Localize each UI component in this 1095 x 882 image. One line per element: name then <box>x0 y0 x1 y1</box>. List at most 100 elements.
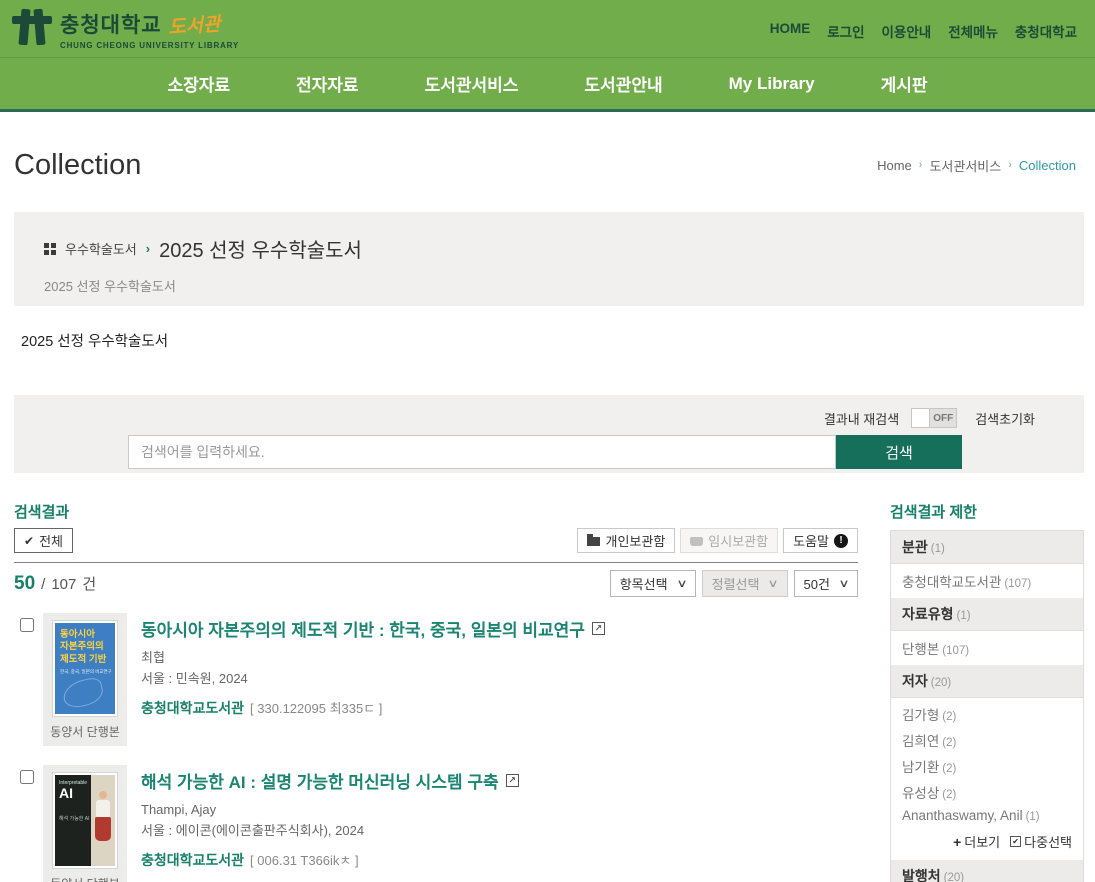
holding-library-link[interactable]: 충청대학교도서관 <box>141 698 244 718</box>
book-title-link[interactable]: 해석 가능한 AI : 설명 가능한 머신러닝 시스템 구축 <box>141 768 499 793</box>
check-icon: ✔ <box>24 534 34 548</box>
chevron-down-icon: ∨ <box>838 577 849 590</box>
logo-english-name: CHUNG CHEONG UNIVERSITY LIBRARY <box>60 41 239 50</box>
facet-group-publisher: 발행처(20) <box>891 860 1083 882</box>
search-button[interactable]: 검색 <box>836 435 962 469</box>
result-count: 50 / 107 건 <box>14 573 96 595</box>
nav-holdings[interactable]: 소장자료 <box>167 71 230 96</box>
collection-subtitle: 2025 선정 우수학술도서 <box>44 276 1054 295</box>
facet-more-link[interactable]: + 더보기 <box>953 832 1000 851</box>
main-content: Collection Home › 도서관서비스 › Collection 우수… <box>0 142 1095 882</box>
external-link-icon[interactable]: ↗ <box>506 774 519 787</box>
book-title-link[interactable]: 동아시아 자본주의의 제도적 기반 : 한국, 중국, 일본의 비교연구 <box>141 616 585 641</box>
book-list-item: 동아시아 자본주의의 제도적 기반 한국, 중국, 일본의 비교연구 동양서 단… <box>14 613 858 746</box>
chevron-down-icon: ∨ <box>676 577 687 590</box>
cover-figure-graphic <box>99 791 107 799</box>
facet-item[interactable]: 김희연(2) <box>891 727 1083 753</box>
facet-multiselect-link[interactable]: ✔ 다중선택 <box>1010 832 1072 851</box>
results-column: 검색결과 ✔ 전체 개인보관함 임시보관함 <box>14 501 858 882</box>
temp-box-button[interactable]: 임시보관함 <box>680 528 778 553</box>
results-divider <box>14 562 858 563</box>
material-type-label: 동양서 단행본 <box>43 723 127 740</box>
facet-item[interactable]: 유성상(2) <box>891 779 1083 805</box>
logo-library-script: 도서관 <box>167 9 221 40</box>
book-list-item: Interpretable AI 해석 가능한 AI 동양서 단행본 해석 가능… <box>14 765 858 882</box>
personal-box-button[interactable]: 개인보관함 <box>577 528 675 553</box>
util-guide-link[interactable]: 이용안내 <box>882 21 932 41</box>
results-heading: 검색결과 <box>14 501 858 522</box>
facet-item[interactable]: Ananthaswamy, Anil(1) <box>891 805 1083 826</box>
util-login-link[interactable]: 로그인 <box>827 21 864 41</box>
book-author: Thampi, Ajay <box>141 799 519 820</box>
facet-group-material-type: 자료유형(1) <box>891 598 1083 631</box>
nav-board[interactable]: 게시판 <box>881 71 928 96</box>
facet-group-branch: 분관(1) <box>891 531 1083 564</box>
collection-section-label: 2025 선정 우수학술도서 <box>21 330 1084 351</box>
holding-library-link[interactable]: 충청대학교도서관 <box>141 850 244 870</box>
top-bar: 충청대학교 도서관 CHUNG CHEONG UNIVERSITY LIBRAR… <box>0 0 1095 57</box>
book-cover-block: 동아시아 자본주의의 제도적 기반 한국, 중국, 일본의 비교연구 동양서 단… <box>43 613 127 746</box>
facet-group-author: 저자(20) <box>891 665 1083 698</box>
page-title: Collection <box>14 149 141 182</box>
book-checkbox[interactable] <box>20 770 34 784</box>
utility-nav: HOME 로그인 이용안내 전체메뉴 충청대학교 <box>770 21 1077 41</box>
help-button[interactable]: 도움말 ! <box>783 528 858 553</box>
nav-eresources[interactable]: 전자자료 <box>296 71 359 96</box>
call-number: [ 006.31 T366ikㅊ ] <box>250 850 359 869</box>
folder-icon <box>587 537 600 546</box>
plus-icon: + <box>953 834 961 850</box>
nav-my-library[interactable]: My Library <box>729 74 815 94</box>
facet-item[interactable]: 남기환(2) <box>891 753 1083 779</box>
count-current: 50 <box>14 573 35 595</box>
external-link-icon[interactable]: ↗ <box>592 622 605 635</box>
toggle-state: OFF <box>930 409 956 427</box>
collection-header-box: 우수학술도서 › 2025 선정 우수학술도서 2025 선정 우수학술도서 <box>14 212 1084 306</box>
library-logo-mark-icon <box>12 9 52 47</box>
book-cover-thumbnail[interactable]: 동아시아 자본주의의 제도적 기반 한국, 중국, 일본의 비교연구 <box>53 621 117 716</box>
breadcrumb-sep-icon: › <box>1008 159 1012 171</box>
rescope-label: 결과내 재검색 <box>824 409 899 428</box>
collection-grid-icon <box>44 243 56 255</box>
search-box: 결과내 재검색 OFF 검색초기화 검색 <box>14 395 1084 473</box>
site-header: 충청대학교 도서관 CHUNG CHEONG UNIVERSITY LIBRAR… <box>0 0 1095 112</box>
breadcrumb-services[interactable]: 도서관서비스 <box>929 156 1001 175</box>
library-logo[interactable]: 충청대학교 도서관 CHUNG CHEONG UNIVERSITY LIBRAR… <box>12 9 239 50</box>
util-home-link[interactable]: HOME <box>770 21 811 41</box>
book-cover-thumbnail[interactable]: Interpretable AI 해석 가능한 AI <box>53 773 117 868</box>
rescope-toggle[interactable]: OFF <box>911 408 957 428</box>
search-input[interactable] <box>128 435 836 469</box>
book-author: 최협 <box>141 647 605 668</box>
breadcrumb-home[interactable]: Home <box>877 158 912 173</box>
facet-item[interactable]: 충청대학교도서관(107) <box>891 564 1083 598</box>
search-reset-link[interactable]: 검색초기화 <box>975 409 1035 428</box>
basket-icon <box>690 537 703 546</box>
material-type-label: 동양서 단행본 <box>43 875 127 882</box>
collection-arrow-icon: › <box>146 241 150 256</box>
book-publication: 서울 : 민속원, 2024 <box>141 668 605 689</box>
breadcrumb-sep-icon: › <box>919 159 923 171</box>
chevron-down-icon: ∨ <box>768 577 779 590</box>
book-cover-block: Interpretable AI 해석 가능한 AI 동양서 단행본 <box>43 765 127 882</box>
facets-sidebar: 검색결과 제한 분관(1) 충청대학교도서관(107) 자료유형(1) 단행본(… <box>890 501 1084 882</box>
field-select[interactable]: 항목선택 ∨ <box>610 570 696 597</box>
per-page-select[interactable]: 50건 ∨ <box>794 570 858 597</box>
nav-library-info[interactable]: 도서관안내 <box>584 71 662 96</box>
collection-title: 2025 선정 우수학술도서 <box>159 234 362 263</box>
help-exclamation-icon: ! <box>834 534 848 548</box>
call-number: [ 330.122095 최335ㄷ ] <box>250 698 382 717</box>
library-collection-page: 충청대학교 도서관 CHUNG CHEONG UNIVERSITY LIBRAR… <box>0 0 1095 882</box>
filter-all-button[interactable]: ✔ 전체 <box>14 528 73 553</box>
book-checkbox[interactable] <box>20 618 34 632</box>
facet-item[interactable]: 단행본(107) <box>891 631 1083 665</box>
book-publication: 서울 : 에이콘(에이콘출판주식회사), 2024 <box>141 820 519 841</box>
facet-item[interactable]: 김가형(2) <box>891 701 1083 727</box>
multiselect-icon: ✔ <box>1010 836 1021 847</box>
util-university-link[interactable]: 충청대학교 <box>1015 21 1077 41</box>
nav-library-services[interactable]: 도서관서비스 <box>425 71 519 96</box>
cover-map-graphic <box>61 676 106 710</box>
util-sitemap-link[interactable]: 전체메뉴 <box>948 21 998 41</box>
sort-select[interactable]: 정렬선택 ∨ <box>702 570 788 597</box>
collection-category[interactable]: 우수학술도서 <box>65 239 137 258</box>
toggle-knob <box>912 409 930 427</box>
logo-university-name: 충청대학교 <box>60 9 162 39</box>
